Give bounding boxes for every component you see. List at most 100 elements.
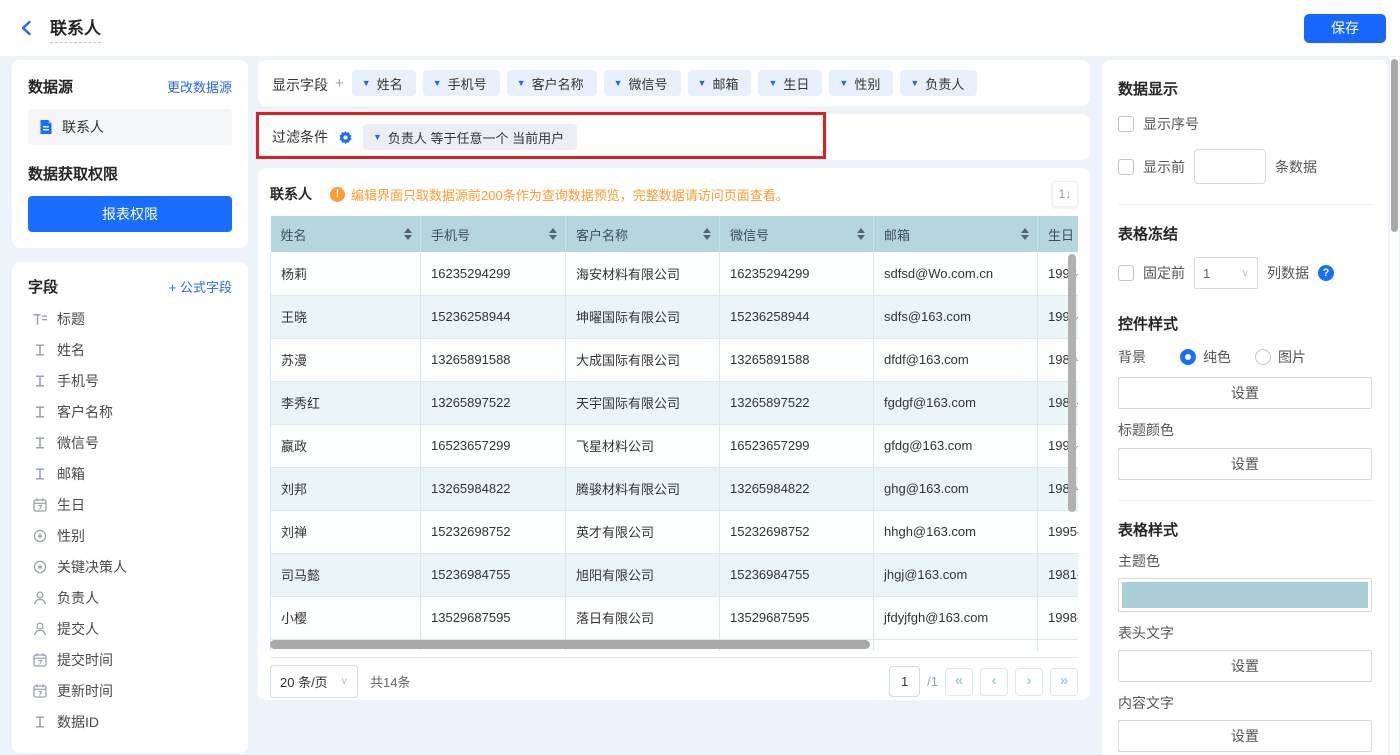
field-item[interactable]: 提交人 — [28, 613, 232, 644]
table-row[interactable]: 司马懿15236984755旭阳有限公司15236984755jhgj@163.… — [271, 553, 1079, 596]
save-button[interactable]: 保存 — [1304, 14, 1386, 43]
image-radio[interactable] — [1255, 349, 1271, 365]
display-field-chip[interactable]: ▼手机号 — [423, 70, 500, 96]
display-field-chip[interactable]: ▼姓名 — [352, 70, 416, 96]
field-item[interactable]: 手机号 — [28, 365, 232, 396]
report-permission-button[interactable]: 报表权限 — [28, 196, 232, 232]
sort-arrows-icon[interactable] — [404, 228, 412, 240]
show-first-checkbox[interactable] — [1118, 159, 1134, 175]
table-row[interactable]: 杨莉16235294299海安材料有限公司16235294299sdfsd@Wo… — [271, 252, 1079, 295]
chevron-down-icon: ▼ — [373, 132, 382, 142]
field-item[interactable]: 提交时间 — [28, 644, 232, 675]
table-vertical-scrollbar[interactable] — [1068, 254, 1076, 512]
table-row[interactable]: 王晓15236258944坤曜国际有限公司15236258944sdfs@163… — [271, 295, 1079, 338]
show-index-checkbox[interactable] — [1118, 116, 1134, 132]
freeze-columns-checkbox[interactable] — [1118, 265, 1134, 281]
field-item[interactable]: 生日 — [28, 489, 232, 520]
column-header-label: 邮箱 — [884, 228, 910, 243]
column-header[interactable]: 手机号 — [421, 216, 566, 252]
display-field-chip[interactable]: ▼负责人 — [900, 70, 977, 96]
theme-color-swatch[interactable] — [1118, 578, 1372, 612]
first-page-button[interactable]: « — [945, 668, 973, 696]
field-item[interactable]: 性别 — [28, 520, 232, 551]
add-formula-field-link[interactable]: + 公式字段 — [169, 277, 232, 296]
field-item[interactable]: 客户名称 — [28, 396, 232, 427]
content-text-label: 内容文字 — [1118, 693, 1372, 713]
table-row[interactable]: 小樱13529687595落日有限公司13529687595jfdyjfgh@1… — [271, 596, 1079, 639]
chevron-left-icon — [19, 20, 35, 36]
table-wrapper: 姓名手机号客户名称 微信号邮箱 生日 杨莉16235294299海安材料有限公司16… — [270, 216, 1078, 651]
table-horizontal-scrollbar[interactable] — [270, 640, 870, 649]
filter-condition-chip[interactable]: ▼ 负责人 等于任意一个 当前用户 — [363, 124, 577, 150]
display-field-chip[interactable]: ▼ 性别 — [829, 70, 893, 96]
datasource-item[interactable]: 联系人 — [28, 109, 232, 145]
prev-page-button[interactable]: ‹ — [980, 668, 1008, 696]
main-column: 显示字段 + ▼姓名▼手机号▼客户名称▼微信号▼邮箱▼生日▼性别▼负责人 过滤条… — [258, 60, 1090, 700]
sort-arrows-icon[interactable] — [857, 228, 865, 240]
column-header-label: 客户名称 — [576, 228, 628, 243]
page-size-select[interactable]: 20 条/页 ∨ — [270, 665, 358, 698]
table-cell: 16235294299 — [421, 252, 566, 295]
table-cell: sdfsd@Wo.com.cn — [874, 252, 1038, 295]
table-cell: 腾骏材料有限公司 — [566, 467, 720, 510]
person-icon — [32, 590, 48, 606]
table-row[interactable]: 嬴政16523657299飞星材料公司16523657299gfdg@163.c… — [271, 424, 1079, 467]
back-button[interactable] — [14, 15, 40, 41]
solid-color-radio[interactable] — [1180, 349, 1196, 365]
field-item[interactable]: 关键决策人 — [28, 551, 232, 582]
background-set-button[interactable]: 设置 — [1118, 377, 1372, 409]
page-scrollbar[interactable] — [1390, 57, 1399, 755]
table-row[interactable]: 李秀红13265897522天宇国际有限公司13265897522fgdgf@1… — [271, 381, 1079, 424]
table-row[interactable]: 刘禅15232698752英才有限公司15232698752hhgh@163.c… — [271, 510, 1079, 553]
field-item[interactable]: 数据ID — [28, 706, 232, 737]
add-field-icon[interactable]: + — [335, 75, 344, 92]
sort-arrows-icon[interactable] — [1021, 228, 1029, 240]
field-item[interactable]: 姓名 — [28, 334, 232, 365]
title-icon — [32, 311, 48, 327]
page-scrollbar-thumb[interactable] — [1391, 59, 1398, 232]
chip-label: 性别 — [854, 74, 880, 93]
sort-tool-button[interactable]: 1↓ — [1052, 181, 1078, 207]
fields-card: 字段 + 公式字段 标题姓名手机号客户名称微信号邮箱生日性别关键决策人负责人提交… — [12, 262, 248, 753]
radio-icon — [32, 528, 48, 544]
title-color-set-button[interactable]: 设置 — [1118, 448, 1372, 480]
row-limit-input[interactable] — [1194, 149, 1266, 184]
change-datasource-link[interactable]: 更改数据源 — [167, 77, 232, 96]
column-header[interactable]: 微信号 — [720, 216, 874, 252]
column-header[interactable]: 邮箱 — [874, 216, 1038, 252]
column-header[interactable]: 客户名称 — [566, 216, 720, 252]
field-item[interactable]: 标题 — [28, 303, 232, 334]
field-item[interactable]: 邮箱 — [28, 458, 232, 489]
sort-arrows-icon[interactable] — [703, 228, 711, 240]
last-page-button[interactable]: » — [1050, 668, 1078, 696]
table-row[interactable]: 苏漫13265891588大成国际有限公司13265891588dfdf@163… — [271, 338, 1079, 381]
freeze-count-select[interactable]: 1 ∨ — [1194, 257, 1258, 289]
page-title[interactable]: 联系人 — [50, 14, 101, 43]
table-cell: 16523657299 — [720, 424, 874, 467]
table-row[interactable]: 刘邦13265984822腾骏材料有限公司13265984822ghg@163.… — [271, 467, 1079, 510]
field-item-label: 提交人 — [57, 619, 99, 639]
next-page-button[interactable]: › — [1015, 668, 1043, 696]
chip-label: 生日 — [783, 74, 809, 93]
content-text-set-button[interactable]: 设置 — [1118, 720, 1372, 752]
display-field-chip[interactable]: ▼客户名称 — [507, 70, 597, 96]
field-item[interactable]: 负责人 — [28, 582, 232, 613]
sort-arrows-icon[interactable] — [549, 228, 557, 240]
display-field-chip[interactable]: ▼ 生日 — [758, 70, 822, 96]
table-cell: 海安材料有限公司 — [566, 252, 720, 295]
field-item[interactable]: 更新时间 — [28, 675, 232, 706]
display-field-chip[interactable]: ▼邮箱 — [688, 70, 752, 96]
chevron-down-icon: ▼ — [768, 79, 777, 88]
chevron-down-icon: ▼ — [839, 79, 848, 88]
header-text-set-button[interactable]: 设置 — [1118, 650, 1372, 682]
column-header[interactable]: 姓名 — [271, 216, 421, 252]
table-cell: 苏漫 — [271, 338, 421, 381]
display-field-chip[interactable]: ▼微信号 — [604, 70, 681, 96]
table-cell: jhgj@163.com — [874, 553, 1038, 596]
table-cell: gfdg@163.com — [874, 424, 1038, 467]
column-header[interactable]: 生日 — [1038, 216, 1079, 252]
gear-icon[interactable] — [338, 130, 353, 145]
page-number-input[interactable] — [889, 666, 920, 697]
field-item[interactable]: 微信号 — [28, 427, 232, 458]
help-icon[interactable]: ? — [1318, 265, 1334, 281]
